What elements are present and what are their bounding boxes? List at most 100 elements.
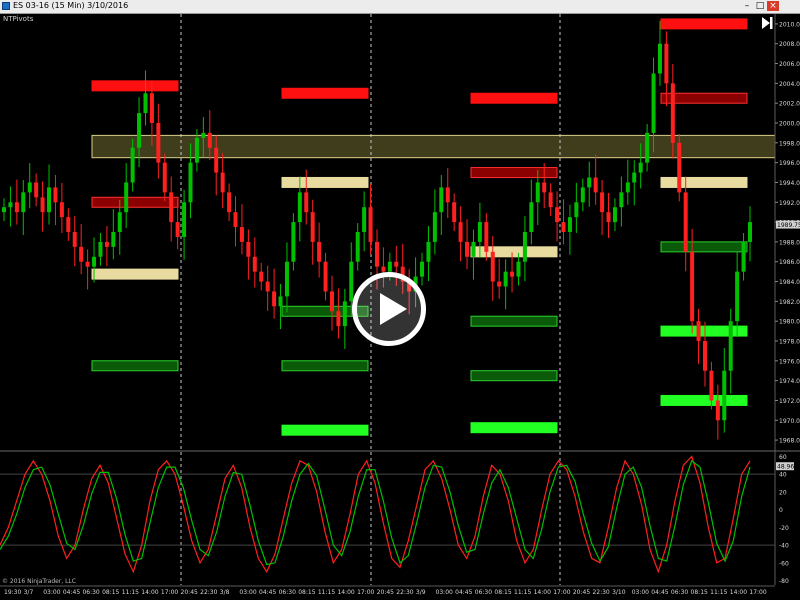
play-button[interactable] [352, 272, 426, 346]
candle-body [580, 187, 585, 203]
candle-body [98, 241, 103, 257]
candle-body [47, 187, 52, 213]
oscillator-tick-label: -80 [779, 578, 789, 585]
candle-body [432, 212, 437, 242]
candle-body [130, 147, 135, 183]
candle-body [265, 281, 270, 292]
candle-body [555, 207, 560, 223]
candle-body [342, 301, 347, 327]
time-tick-label: 11:15 [318, 589, 335, 596]
candle-body [368, 207, 373, 242]
time-tick-label: 11:15 [710, 589, 727, 596]
play-icon [380, 293, 407, 325]
pivot-level-s2 [470, 370, 558, 382]
candle-body [214, 147, 219, 173]
pivot-level-s3 [281, 424, 369, 436]
time-tick-label: 17:00 [161, 589, 178, 596]
price-tick-label: 1996.00 [779, 160, 800, 167]
candle-body [477, 222, 482, 242]
candle-body [207, 132, 212, 148]
candle-body [728, 321, 733, 371]
time-tick-label: 11:15 [122, 589, 139, 596]
time-tick-label: 03:00 [239, 589, 256, 596]
candle-body [387, 261, 392, 272]
skip-to-end-icon[interactable] [760, 16, 774, 30]
pivot-level-r3 [281, 87, 369, 99]
time-tick-label: 06:30 [671, 589, 688, 596]
time-tick-label: 14:00 [141, 589, 158, 596]
candle-body [548, 192, 553, 208]
oscillator-tick-label: -40 [779, 543, 789, 550]
time-tick-label: 22:30 [396, 589, 413, 596]
candle-body [542, 182, 547, 193]
candle-body [561, 222, 566, 232]
candle-body [748, 222, 752, 242]
candle-body [27, 182, 32, 193]
candle-body [529, 202, 534, 232]
price-tick-label: 1998.00 [779, 140, 800, 147]
time-tick-label: 17:00 [357, 589, 374, 596]
candle-body [291, 222, 296, 262]
candle-body [497, 281, 502, 287]
time-tick-label: 3/7 [24, 589, 34, 596]
oscillator-tick-label: 60 [779, 454, 787, 461]
candle-body [484, 222, 489, 252]
candle-body [104, 241, 109, 247]
oscillator-tick-label: -20 [779, 525, 789, 532]
time-tick-label: 3/8 [220, 589, 230, 596]
time-tick-label: 14:00 [730, 589, 747, 596]
candle-body [593, 177, 598, 193]
candle-body [702, 341, 707, 371]
price-tick-label: 1992.00 [779, 200, 800, 207]
candle-body [600, 192, 605, 213]
time-tick-label: 06:30 [82, 589, 99, 596]
candle-body [715, 400, 720, 421]
last-price-label: 1989.75 [777, 222, 800, 229]
candle-body [278, 296, 283, 307]
price-tick-label: 1988.00 [779, 239, 800, 246]
candle-body [72, 232, 77, 247]
time-tick-label: 3/9 [416, 589, 426, 596]
candle-body [8, 202, 13, 208]
price-tick-label: 2008.00 [779, 41, 800, 48]
time-tick-label: 04:45 [63, 589, 80, 596]
candle-body [124, 182, 129, 213]
time-tick-label: 04:45 [651, 589, 668, 596]
candle-body [722, 370, 727, 421]
candle-body [246, 241, 251, 257]
candle-body [355, 232, 360, 262]
time-tick-label: 14:00 [337, 589, 354, 596]
candle-body [606, 212, 611, 223]
candle-body [735, 271, 740, 322]
pivot-level-s3 [470, 422, 558, 434]
candle-body [574, 202, 579, 218]
candle-body [227, 192, 232, 213]
candle-body [169, 192, 174, 223]
price-tick-label: 1986.00 [779, 259, 800, 266]
candle-body [111, 232, 116, 247]
pivot-level-r2 [91, 80, 179, 92]
time-tick-label: 08:15 [691, 589, 708, 596]
candle-body [567, 217, 572, 232]
candle-body [535, 182, 540, 203]
candle-body [53, 187, 58, 203]
candle-body [66, 217, 71, 232]
pivot-level-s2 [660, 325, 748, 337]
candle-body [458, 222, 463, 242]
candle-body [690, 251, 695, 322]
candle-body [252, 256, 257, 272]
candle-body [137, 113, 142, 148]
candle-body [175, 222, 180, 237]
time-tick-label: 22:30 [592, 589, 609, 596]
candle-body [677, 142, 682, 193]
pivot-level-r3 [470, 92, 558, 104]
candle-body [375, 241, 379, 267]
candle-body [40, 197, 45, 213]
candle-body [201, 132, 206, 138]
pivot-level-pp [281, 176, 369, 188]
candle-body [503, 271, 508, 287]
time-tick-label: 03:00 [436, 589, 453, 596]
candle-body [516, 261, 521, 277]
candle-body [645, 132, 650, 163]
candle-body [259, 271, 264, 282]
